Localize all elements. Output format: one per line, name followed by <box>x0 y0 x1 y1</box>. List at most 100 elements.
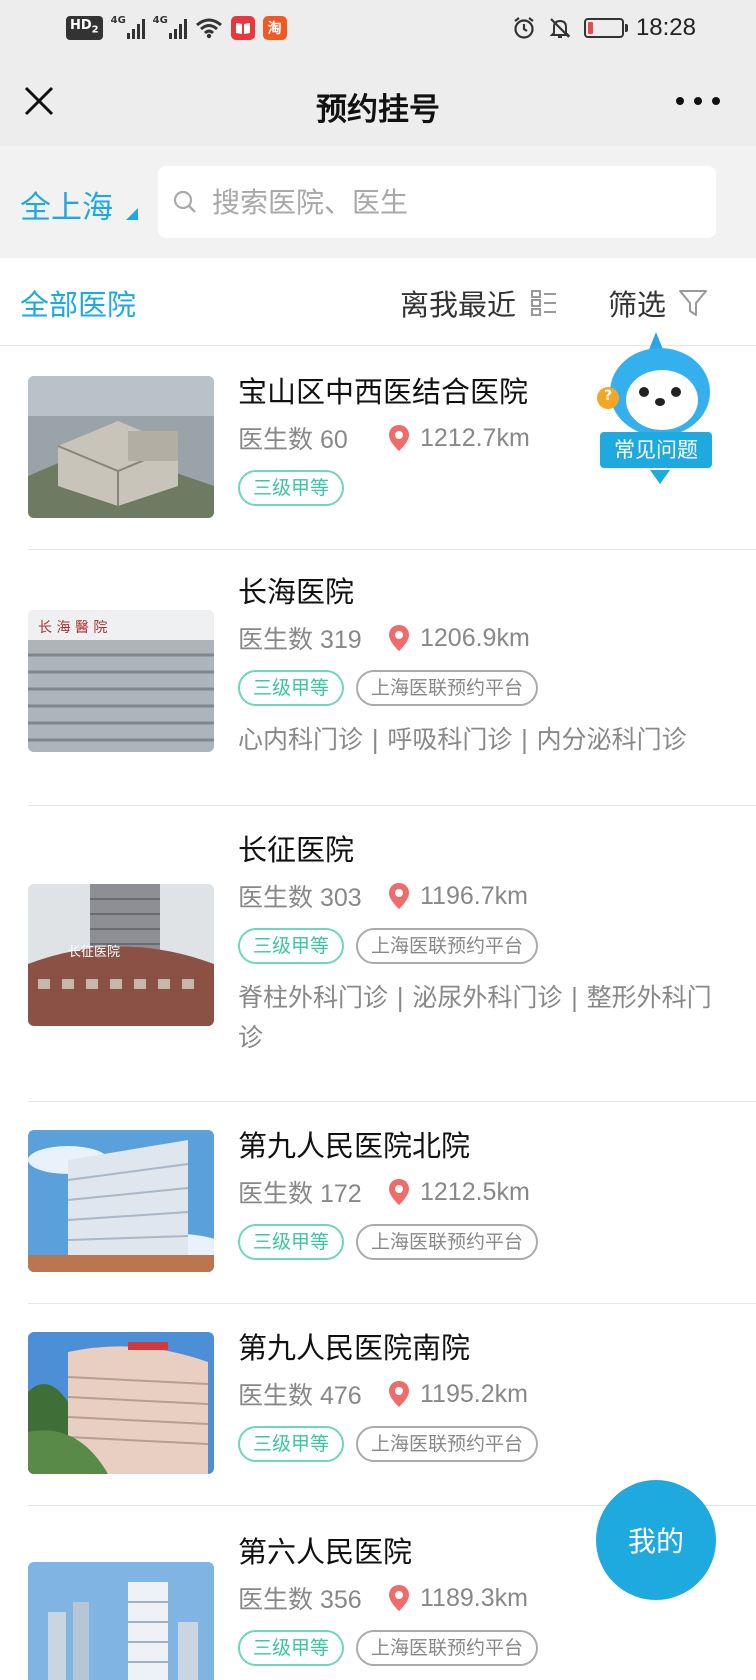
platform-tag: 上海医联预约平台 <box>356 1426 539 1462</box>
hospital-info: 第九人民医院南院 医生数 476 1195.2km 三级甲等 上海医联预约平台 <box>238 1330 736 1462</box>
tag-group: 三级甲等 上海医联预约平台 <box>238 1426 736 1462</box>
hospital-name: 第九人民医院南院 <box>238 1331 471 1365</box>
hospital-name: 第九人民医院北院 <box>238 1129 471 1163</box>
tag-group: 三级甲等 上海医联预约平台 <box>238 928 736 964</box>
search-area: 全上海 <box>0 146 756 258</box>
hospital-meta: 医生数 172 1212.5km <box>238 1174 736 1210</box>
faq-question-mark: ? <box>603 388 613 404</box>
sort-nearest-label: 离我最近 <box>400 288 517 322</box>
location-pin-icon <box>389 1179 409 1205</box>
hospital-info: 第九人民医院北院 医生数 172 1212.5km 三级甲等 上海医联预约平台 <box>238 1128 736 1260</box>
status-right: 18:28 <box>512 12 696 44</box>
status-left: HD2 4G 4G 淘 <box>66 12 287 44</box>
status-bar: HD2 4G 4G 淘 18:28 <box>0 0 756 56</box>
location-pin-icon <box>389 1381 409 1407</box>
wifi-icon <box>195 18 222 39</box>
hospital-photo <box>28 1332 214 1474</box>
battery-level <box>587 22 593 34</box>
hospital-info: 长征医院 医生数 303 1196.7km 三级甲等 上海医联预约平台 脊柱外科… <box>238 832 736 1058</box>
level-tag: 三级甲等 <box>238 670 345 706</box>
distance: 1206.9km <box>420 623 530 652</box>
hd-icon: HD2 <box>66 15 103 41</box>
distance: 1196.7km <box>420 881 528 910</box>
city-dropdown-icon[interactable] <box>126 208 138 220</box>
network-type-label: 4G <box>152 15 168 26</box>
sort-nearest-button[interactable]: 离我最近 <box>400 282 558 324</box>
hospital-card[interactable]: 第九人民医院北院 医生数 172 1212.5km 三级甲等 上海医联预约平台 <box>28 1102 756 1304</box>
level-tag: 三级甲等 <box>238 1426 345 1462</box>
department-list: 心内科门诊 | 呼吸科门诊 | 内分泌科门诊 <box>238 725 687 754</box>
tag-group: 三级甲等 上海医联预约平台 <box>238 1224 736 1260</box>
my-button[interactable]: 我的 <box>596 1480 716 1600</box>
hospital-meta: 医生数 476 1195.2km <box>238 1376 736 1412</box>
hospital-meta: 医生数 319 1206.9km <box>238 620 736 656</box>
more-icon[interactable] <box>676 86 720 116</box>
platform-tag: 上海医联预约平台 <box>356 1224 539 1260</box>
location-pin-icon <box>389 425 409 451</box>
hospital-photo <box>28 1562 214 1680</box>
hospital-name: 长海医院 <box>238 575 355 609</box>
filter-label: 筛选 <box>608 288 667 322</box>
hospital-photo <box>28 376 214 518</box>
hospital-name: 长征医院 <box>238 833 355 867</box>
doctor-count: 医生数 172 <box>238 1180 362 1208</box>
faq-button[interactable]: ? 常见问题 <box>594 330 718 494</box>
distance: 1195.2km <box>420 1379 528 1408</box>
list-view-icon <box>531 290 557 316</box>
location-pin-icon <box>389 883 409 909</box>
city-selector[interactable]: 全上海 <box>20 182 113 227</box>
location-pin-icon <box>389 625 409 651</box>
distance: 1212.7km <box>420 423 530 452</box>
search-input[interactable] <box>212 180 692 224</box>
platform-tag: 上海医联预约平台 <box>356 928 539 964</box>
platform-tag: 上海医联预约平台 <box>356 1630 539 1666</box>
level-tag: 三级甲等 <box>238 1224 345 1260</box>
clock: 18:28 <box>635 14 696 41</box>
tag-group: 三级甲等 上海医联预约平台 <box>238 1630 736 1666</box>
search-icon <box>173 190 196 213</box>
doctor-count: 医生数 476 <box>238 1382 362 1410</box>
svg-text:长征医院: 长征医院 <box>68 945 120 960</box>
hospital-list: 宝山区中西医结合医院 医生数 60 1212.7km 三级甲等 长 海 醫 院 <box>0 346 756 1680</box>
hospital-card[interactable]: 第九人民医院南院 医生数 476 1195.2km 三级甲等 上海医联预约平台 <box>28 1304 756 1506</box>
platform-tag: 上海医联预约平台 <box>356 670 539 706</box>
hospital-meta: 医生数 303 1196.7km <box>238 878 736 914</box>
doctor-count: 医生数 60 <box>238 426 348 454</box>
hospital-card[interactable]: 长征医院 长征医院 医生数 303 1196.7km 三级甲等 上海医联预约平台… <box>28 806 756 1102</box>
tab-all-hospitals[interactable]: 全部医院 <box>20 282 136 324</box>
hospital-photo: 长 海 醫 院 <box>28 610 214 752</box>
signal-icon: 4G <box>152 15 187 39</box>
filter-button[interactable]: 筛选 <box>608 282 708 324</box>
level-tag: 三级甲等 <box>238 470 345 506</box>
doctor-count: 医生数 356 <box>238 1586 362 1614</box>
doctor-count: 医生数 303 <box>238 884 362 912</box>
network-type-label: 4G <box>110 15 126 26</box>
doctor-count: 医生数 319 <box>238 626 362 654</box>
penguin-mascot-icon <box>597 332 710 484</box>
hd-sub-label: 2 <box>91 24 99 36</box>
mute-icon <box>549 18 571 38</box>
taobao-app-icon: 淘 <box>262 16 287 40</box>
distance: 1189.3km <box>420 1583 528 1612</box>
location-pin-icon <box>389 1585 409 1611</box>
level-tag: 三级甲等 <box>238 1630 345 1666</box>
hd-label: HD <box>70 17 92 33</box>
distance: 1212.5km <box>420 1177 530 1206</box>
funnel-icon <box>679 290 708 316</box>
level-tag: 三级甲等 <box>238 928 345 964</box>
hospital-info: 长海医院 医生数 319 1206.9km 三级甲等 上海医联预约平台 心内科门… <box>238 574 736 760</box>
hospital-photo: 长征医院 <box>28 884 214 1026</box>
search-box[interactable] <box>158 166 716 238</box>
nav-bar: 预约挂号 <box>0 56 756 146</box>
page-title: 预约挂号 <box>316 92 440 128</box>
alarm-icon <box>514 17 534 39</box>
svg-text:长 海 醫 院: 长 海 醫 院 <box>38 620 107 636</box>
reader-app-icon <box>230 16 255 40</box>
department-list: 脊柱外科门诊 | 泌尿外科门诊 | 整形外科门诊 <box>238 983 712 1052</box>
faq-label: 常见问题 <box>600 432 712 468</box>
tag-group: 三级甲等 上海医联预约平台 <box>238 670 736 706</box>
hospital-photo <box>28 1130 214 1272</box>
battery-icon <box>583 18 628 38</box>
signal-icon: 4G <box>110 15 145 39</box>
hospital-card[interactable]: 长 海 醫 院 长海医院 医生数 319 1206.9km 三级甲等 上海医联预… <box>28 550 756 806</box>
